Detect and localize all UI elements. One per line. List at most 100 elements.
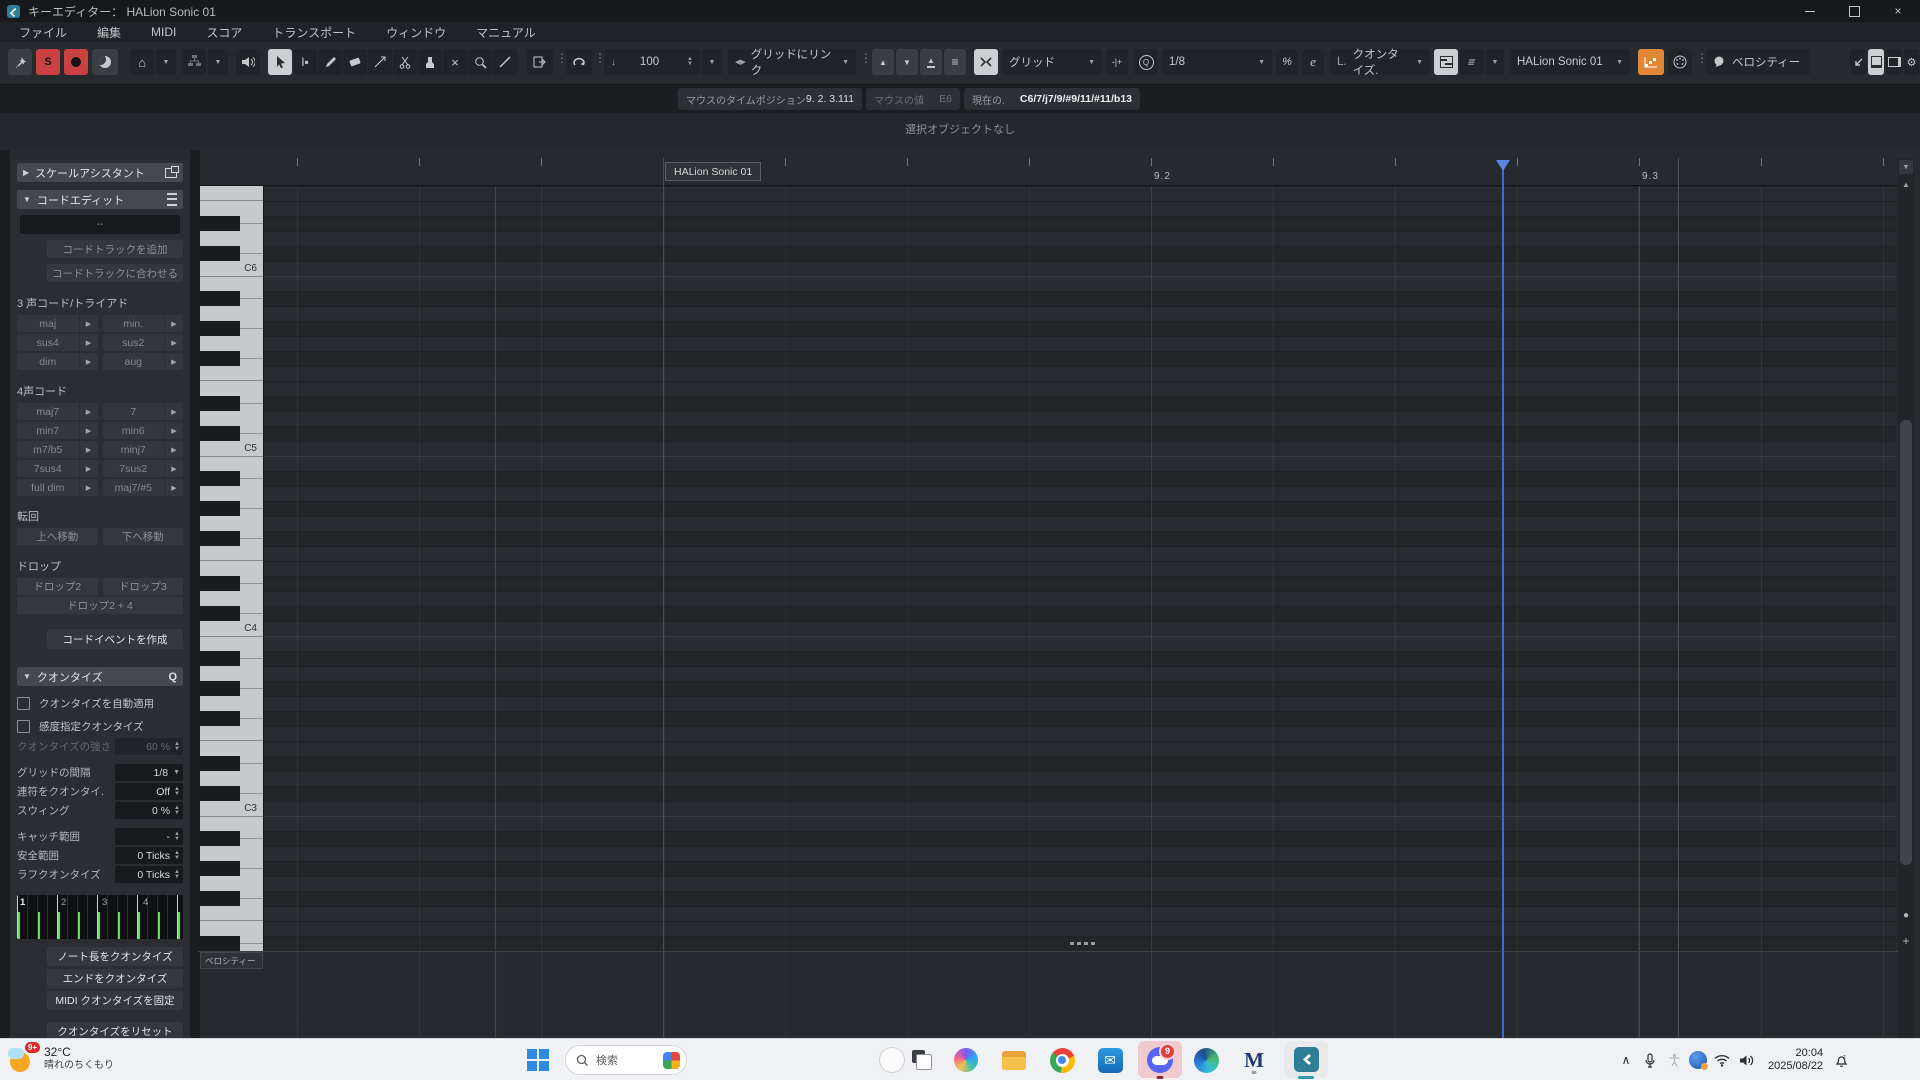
glue-tool-button[interactable] [418,49,442,75]
draw-tool-button[interactable] [318,49,342,75]
select-tool-button[interactable] [268,49,292,75]
lane-resize-handle[interactable] [1070,942,1098,945]
midi-input-button[interactable] [1668,49,1692,75]
maximize-button[interactable] [1832,0,1876,22]
auto-scroll-button[interactable] [527,49,553,75]
cubase-taskbar-button[interactable] [1284,1041,1328,1079]
play-chord-icon[interactable]: ▶ [165,460,183,477]
chord-aug-button[interactable]: aug ▶ [102,353,183,370]
layers-view-button[interactable]: ≡ [1460,49,1484,75]
mute-tool-button[interactable]: × [443,49,467,75]
sidebar-divider[interactable] [190,150,200,1038]
chord-maj-button[interactable]: maj ▶ [17,315,98,332]
play-chord-icon[interactable]: ▶ [165,353,183,370]
velocity-lane-label[interactable]: ベロシティー [200,952,263,969]
quantize-panel-button[interactable]: e [1302,49,1324,75]
acoustic-feedback-button[interactable] [92,49,118,75]
insert-velocity-dropdown[interactable]: ▼ [702,49,722,75]
erase-tool-button[interactable] [343,49,367,75]
insert-velocity-field[interactable]: ↓ 100 ▲ ▼ [604,49,700,75]
record-in-editor-button[interactable] [64,49,88,75]
menu-edit[interactable]: 編集 [82,24,136,41]
taskbar-app-circle[interactable] [878,1046,906,1074]
catch-range-field[interactable]: - ▲ ▼ [115,828,183,845]
quantize-preset-select[interactable]: 1/8 ▼ [1162,49,1272,75]
minimize-button[interactable] [1788,0,1832,22]
quantize-icon-button[interactable]: Q [1134,49,1158,75]
tuplet-field[interactable]: Off ▲ ▼ [115,783,183,800]
quantize-ends-button[interactable]: エンドをクオンタイズ [47,969,183,988]
discord-button[interactable]: 9 [1138,1041,1182,1079]
play-chord-icon[interactable]: ▶ [165,441,183,458]
strength-field[interactable]: 60 % ▲ ▼ [115,738,183,755]
split-tool-button[interactable] [393,49,417,75]
chord-min-button[interactable]: min. ▶ [102,315,183,332]
part-name-chip[interactable]: HALion Sonic 01 [665,162,762,181]
menu-score[interactable]: スコア [191,24,257,41]
auto-apply-checkbox[interactable] [17,696,30,710]
clock[interactable]: 20:04 2025/08/22 [1768,1047,1823,1073]
file-explorer-button[interactable] [1000,1046,1028,1074]
midi-input-options-icon[interactable]: ⋮ [1696,51,1708,65]
pin-editor-button[interactable] [8,49,32,75]
playhead-line[interactable] [1502,170,1504,1038]
match-chord-track-button[interactable]: コードトラックに合わせる [47,264,183,282]
freeze-quantize-button[interactable]: MIDI クオンタイズを固定 [47,991,183,1010]
loop-button[interactable] [566,49,592,75]
wifi-icon[interactable] [1710,1046,1734,1074]
volume-icon[interactable] [1734,1046,1758,1074]
chord-sus2-button[interactable]: sus2 ▶ [102,334,183,351]
step-input-button[interactable] [1638,49,1664,75]
mail-button[interactable]: ✉ [1096,1046,1124,1074]
quantize-lengths-button[interactable]: ノート長をクオンタイズ [47,947,183,966]
list-order-button[interactable]: ≡ [944,49,966,75]
edited-part-select[interactable]: HALion Sonic 01 ▼ [1510,49,1630,75]
loop-options-icon[interactable]: ⋮ [594,51,606,65]
safe-range-field[interactable]: 0 Ticks ▲ ▼ [115,847,183,864]
insert-velocity-value[interactable]: 100 [640,56,659,68]
grid-type-button[interactable]: -|+ [1106,49,1128,75]
edit-active-part-button[interactable] [182,49,206,75]
chord-minj7-button[interactable]: minj7 ▶ [102,441,183,458]
playhead-marker[interactable] [1496,160,1510,171]
create-chord-event-button[interactable]: コードイベントを作成 [47,629,183,649]
window-zones-button[interactable] [1886,49,1902,75]
taskbar-search[interactable]: 検索 [565,1045,687,1075]
menu-file[interactable]: ファイル [4,24,82,41]
setup-toolbar-button[interactable]: ⚙ [1904,49,1919,75]
scroll-up-icon[interactable]: ▲ [1898,180,1914,189]
zoom-in-icon[interactable]: + [1898,934,1914,948]
view-dropdown[interactable]: ▼ [1486,49,1504,75]
play-chord-icon[interactable]: ▶ [79,403,98,420]
play-chord-icon[interactable]: ▶ [165,403,183,420]
piano-keyboard[interactable] [200,186,264,951]
grid-spacing-select[interactable]: 1/8 ▼ [115,764,183,781]
soft-quantize-checkbox[interactable] [17,719,30,733]
play-chord-icon[interactable]: ▶ [165,422,183,439]
move-down-button[interactable]: ▼ [896,49,918,75]
menu-midi[interactable]: MIDI [136,25,191,39]
chord-7sus2-button[interactable]: 7sus2 ▶ [102,460,183,477]
zoom-handle-icon[interactable]: ● [1898,910,1914,921]
chord-7sus4-button[interactable]: 7sus4 ▶ [17,460,98,477]
start-button[interactable] [527,1049,549,1071]
ruler-options-button[interactable]: ▼ [1899,160,1913,174]
auto-scroll-options-icon[interactable]: ⋮ [556,51,568,65]
accessibility-icon[interactable] [1662,1046,1686,1074]
audition-button[interactable] [236,49,260,75]
drop24-button[interactable]: ドロップ2 + 4 [17,597,183,614]
event-colors-select[interactable]: ベロシティー [1706,49,1810,75]
snap-type-select[interactable]: グリッド ▼ [1002,49,1102,75]
drop3-button[interactable]: ドロップ3 [102,578,183,595]
part-borders-dropdown[interactable]: ▼ [156,49,176,75]
soft-quantize-row[interactable]: 感度指定クオンタイズ [17,719,183,733]
chord-min7-button[interactable]: min7 ▶ [17,422,98,439]
iterative-quantize-button[interactable]: % [1276,49,1298,75]
play-chord-icon[interactable]: ▶ [79,334,98,351]
move-up-button[interactable]: ▲ [872,49,894,75]
open-in-lower-zone-button[interactable] [1850,49,1866,75]
chord-maj7s5-button[interactable]: maj7/#5 ▶ [102,479,183,496]
play-chord-icon[interactable]: ▶ [79,315,98,332]
rough-quantize-field[interactable]: 0 Ticks ▲ ▼ [115,866,183,883]
microphone-icon[interactable] [1638,1046,1662,1074]
